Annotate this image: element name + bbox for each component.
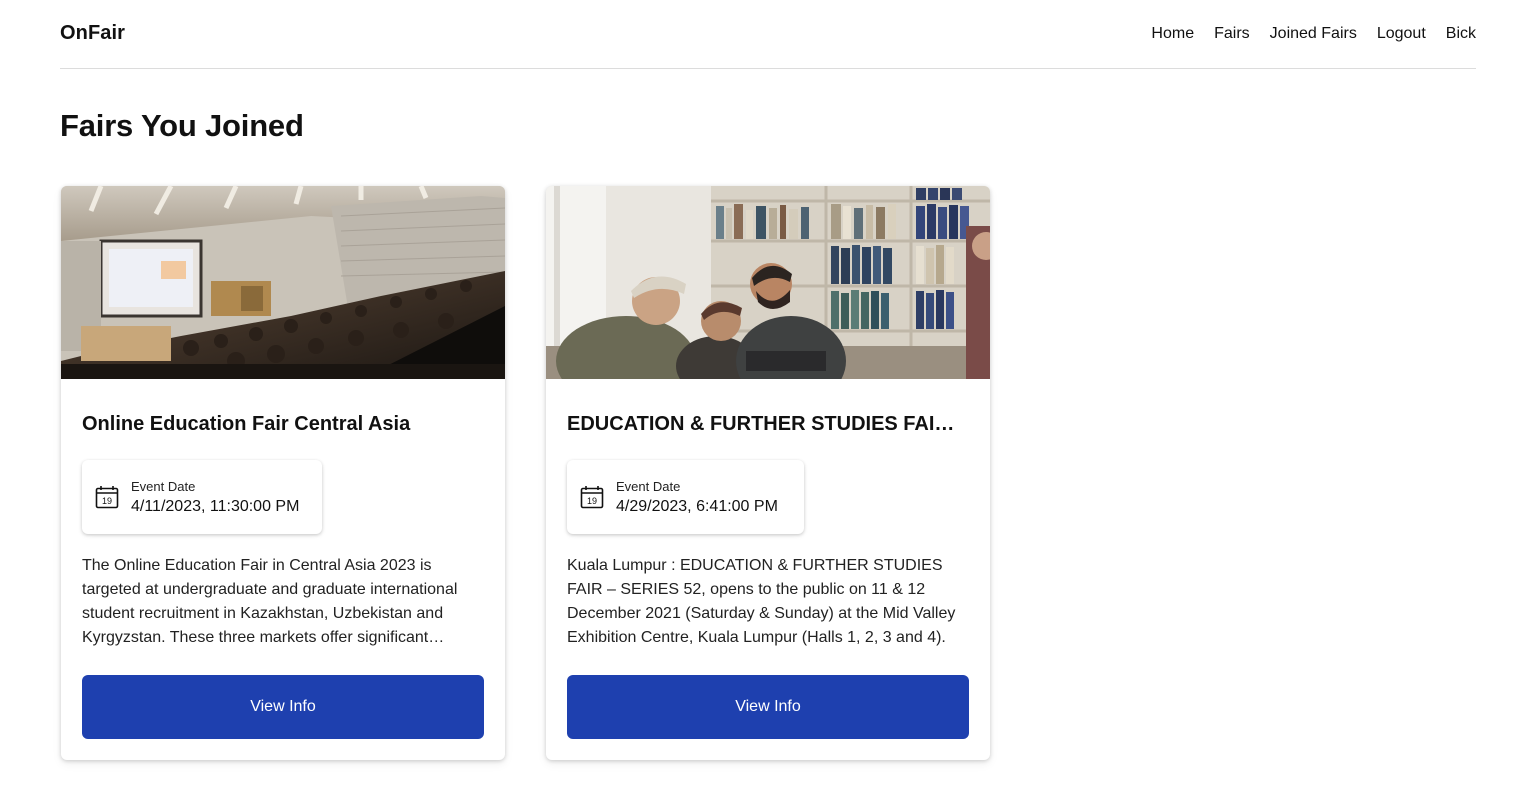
nav-joined-fairs[interactable]: Joined Fairs — [1270, 25, 1357, 43]
nav-fairs[interactable]: Fairs — [1214, 25, 1250, 43]
event-date-box: 19 Event Date 4/11/2023, 11:30:00 PM — [82, 460, 322, 534]
event-date-box: 19 Event Date 4/29/2023, 6:41:00 PM — [567, 460, 804, 534]
brand-logo[interactable]: OnFair — [60, 22, 125, 45]
view-info-button[interactable]: View Info — [567, 675, 969, 739]
card-description: Kuala Lumpur : EDUCATION & FURTHER STUDI… — [567, 557, 956, 646]
event-date-value: 4/29/2023, 6:41:00 PM — [616, 497, 778, 515]
card-title: EDUCATION & FURTHER STUDIES FAIR – SERIE… — [567, 413, 967, 435]
nav-home[interactable]: Home — [1151, 25, 1194, 43]
calendar-icon: 19 — [580, 486, 604, 509]
event-date-value: 4/11/2023, 11:30:00 PM — [131, 497, 300, 515]
card-description: The Online Education Fair in Central Asi… — [82, 557, 458, 646]
card-title: Online Education Fair Central Asia — [82, 413, 411, 435]
event-date-text: Event Date 4/11/2023, 11:30:00 PM — [131, 479, 299, 516]
view-info-button[interactable]: View Info — [82, 675, 484, 739]
calendar-day: 19 — [587, 496, 597, 506]
top-navbar: OnFair Home Fairs Joined Fairs Logout Bi… — [60, 0, 1476, 69]
calendar-icon: 19 — [95, 486, 119, 509]
event-date-label: Event Date — [616, 478, 681, 494]
page-title: Fairs You Joined — [60, 108, 304, 143]
event-date-text: Event Date 4/29/2023, 6:41:00 PM — [616, 479, 778, 516]
nav-user-name[interactable]: Bick — [1446, 25, 1476, 43]
lecture-hall-photo — [61, 186, 505, 379]
calendar-day: 19 — [102, 496, 112, 506]
event-date-label: Event Date — [131, 478, 196, 494]
students-library-photo — [546, 186, 990, 379]
main-nav: Home Fairs Joined Fairs Logout Bick — [1151, 25, 1476, 43]
fair-card: EDUCATION & FURTHER STUDIES FAIR – SERIE… — [546, 186, 990, 760]
fair-card: Online Education Fair Central Asia 19 Ev… — [61, 186, 505, 760]
nav-logout[interactable]: Logout — [1377, 25, 1426, 43]
